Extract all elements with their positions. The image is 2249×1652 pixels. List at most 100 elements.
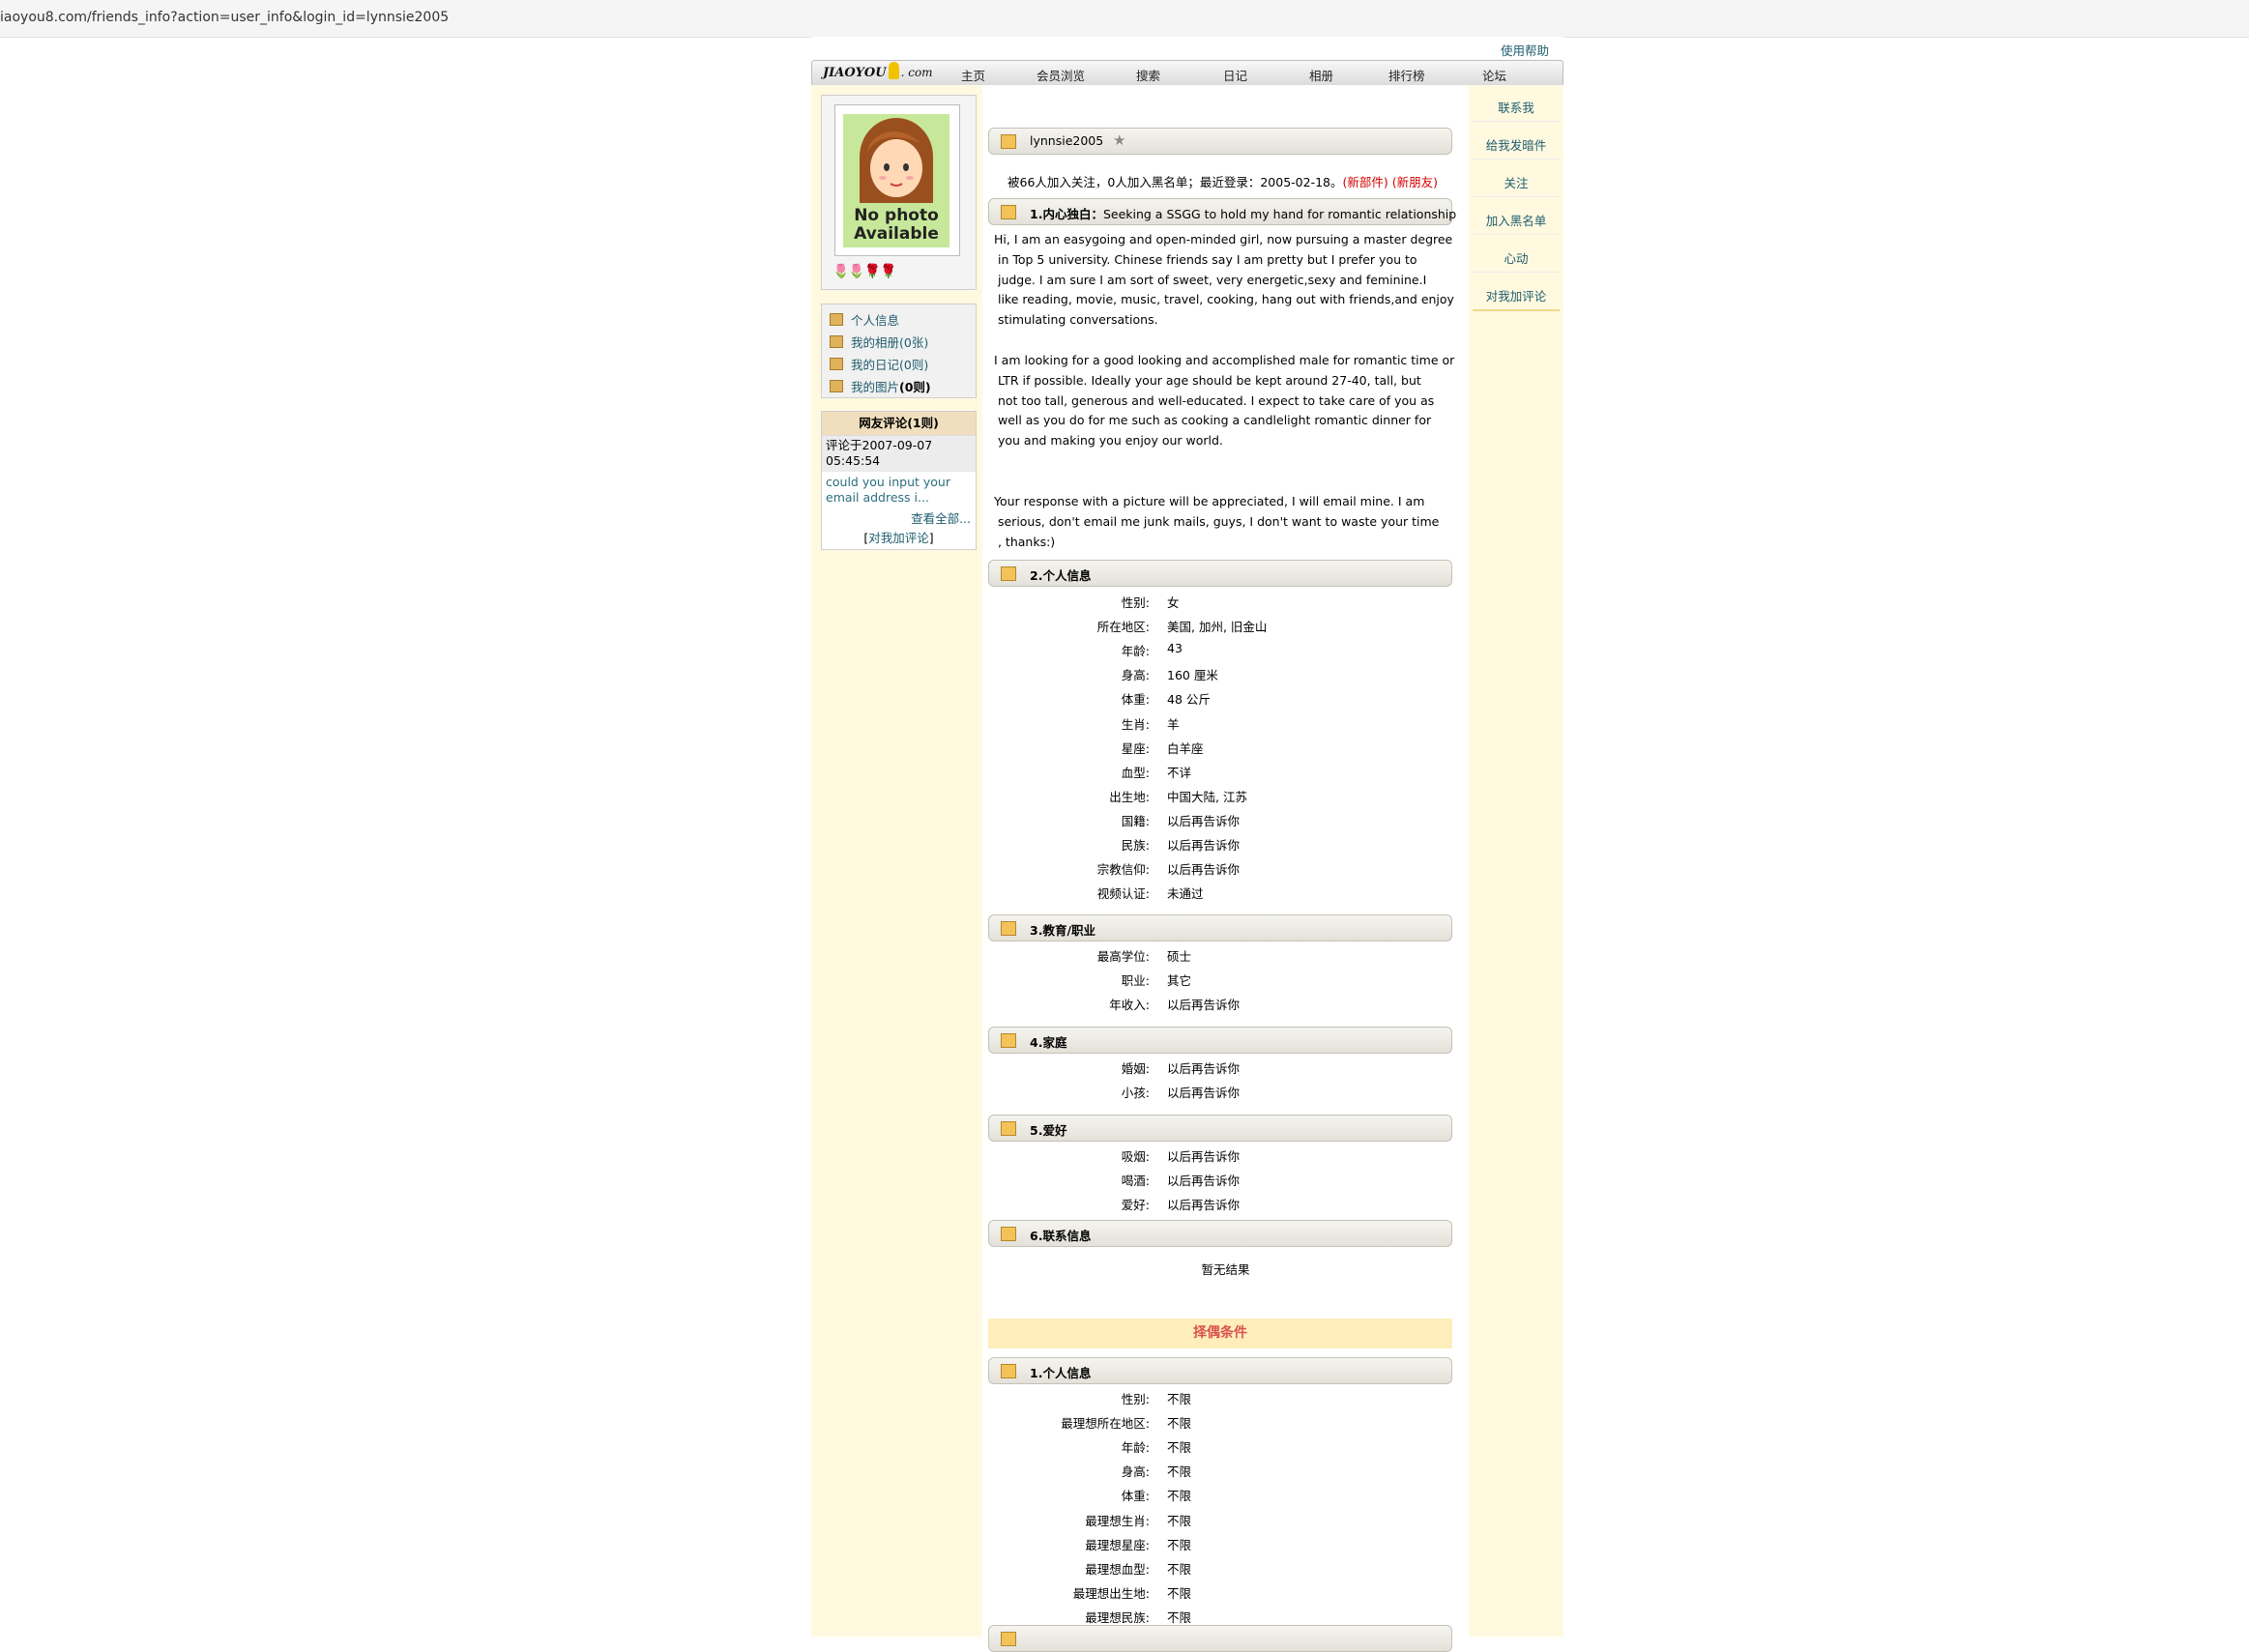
nav-search[interactable]: 搜索 [1136, 66, 1160, 84]
info-value: 不限 [1167, 1440, 1192, 1456]
new-links[interactable]: (新部件) (新朋友) [1343, 175, 1438, 189]
info-value: 以后再告诉你 [1167, 1086, 1241, 1101]
info-value: 以后再告诉你 [1167, 862, 1241, 878]
comments-title: 网友评论(1则) [822, 412, 976, 436]
section-education: 3.教育/职业 [988, 914, 1452, 942]
info-row: 最高学位: 硕士 [982, 946, 1466, 964]
info-row: 年龄: 不限 [982, 1437, 1466, 1456]
info-value: 中国大陆, 江苏 [1167, 789, 1247, 804]
info-row: 民族: 以后再告诉你 [982, 835, 1466, 853]
info-label: 最高学位: [1096, 949, 1150, 964]
nav-album[interactable]: 相册 [1309, 66, 1333, 84]
info-row: 体重: 不限 [982, 1486, 1466, 1504]
stats-text: 被66人加入关注，0人加入黑名单；最近登录：2005-02-18。 [1008, 175, 1343, 189]
info-row: 最理想生肖: 不限 [982, 1511, 1466, 1528]
info-label: 最理想生肖: [1085, 1513, 1150, 1528]
info-label: 身高: [1121, 1464, 1150, 1480]
info-value: 白羊座 [1167, 740, 1204, 756]
comment-me-link[interactable]: 对我加评论 [1469, 286, 1563, 304]
info-value: 以后再告诉你 [1167, 1174, 1241, 1189]
comment-date: 评论于2007-09-07 05:45:54 [822, 436, 976, 472]
menu-my-pictures[interactable]: 我的图片(0则) [830, 377, 931, 394]
view-all-comments-link[interactable]: 查看全部... [911, 508, 971, 527]
info-label: 最理想出生地: [1072, 1585, 1150, 1601]
info-row: 最理想民族: 不限 [982, 1608, 1466, 1625]
education-icon [1001, 921, 1016, 936]
menu-personal-info[interactable]: 个人信息 [830, 310, 899, 328]
info-label: 吸烟: [1121, 1149, 1150, 1164]
section-title: 3.教育/职业 [1030, 923, 1096, 938]
nav-diary[interactable]: 日记 [1223, 66, 1247, 84]
info-row: 最理想出生地: 不限 [982, 1583, 1466, 1601]
info-label: 血型: [1121, 765, 1150, 780]
divider [1473, 234, 1560, 235]
logo-text: JIAOYOU [823, 66, 887, 80]
info-label: 年龄: [1121, 644, 1150, 659]
username: lynnsie2005 [1030, 133, 1104, 148]
address-bar[interactable]: iaoyou8.com/friends_info?action=user_inf… [0, 0, 2249, 38]
section-hobbies: 5.爱好 [988, 1115, 1452, 1142]
info-row: 身高: 不限 [982, 1462, 1466, 1480]
info-row: 视频认证: 未通过 [982, 884, 1466, 902]
username-header: lynnsie2005 ★ [988, 128, 1452, 155]
comment-text[interactable]: could you input your email address i... [822, 472, 976, 506]
info-value: 不限 [1167, 1489, 1192, 1504]
help-link[interactable]: 使用帮助 [1501, 41, 1549, 59]
nav-members[interactable]: 会员浏览 [1037, 66, 1085, 84]
info-label: 出生地: [1109, 789, 1150, 804]
info-row: 性别: 不限 [982, 1389, 1466, 1406]
avatar[interactable]: No photo Available [843, 114, 949, 247]
section-title: 5.爱好 [1030, 1123, 1067, 1138]
menu-my-album[interactable]: 我的相册(0张) [830, 333, 928, 350]
divider [1473, 196, 1560, 197]
info-label: 年龄: [1121, 1440, 1150, 1456]
info-value: 不限 [1167, 1561, 1192, 1577]
info-value: 以后再告诉你 [1167, 1061, 1241, 1076]
girl-avatar-icon [860, 118, 933, 203]
profile-content: lynnsie2005 ★ 被66人加入关注，0人加入黑名单；最近登录：2005… [982, 85, 1469, 1652]
site-logo[interactable]: JIAOYOU . com [823, 62, 933, 80]
send-secret-message-link[interactable]: 给我发暗件 [1469, 135, 1563, 154]
info-value: 不限 [1167, 1392, 1192, 1406]
bio-paragraph-2: I am looking for a good looking and acco… [994, 353, 1455, 449]
menu-my-diary[interactable]: 我的日记(0则) [830, 355, 928, 372]
contact-me-link[interactable]: 联系我 [1469, 98, 1563, 116]
url-text[interactable]: iaoyou8.com/friends_info?action=user_inf… [0, 10, 449, 25]
info-row: 星座: 白羊座 [982, 739, 1466, 756]
follow-link[interactable]: 关注 [1469, 173, 1563, 191]
blacklist-link[interactable]: 加入黑名单 [1469, 211, 1563, 229]
info-value: 43 [1167, 641, 1183, 656]
nav-forum[interactable]: 论坛 [1482, 66, 1506, 84]
info-value: 未通过 [1167, 886, 1204, 902]
nav-ranking[interactable]: 排行榜 [1388, 66, 1425, 84]
monologue-headline: Seeking a SSGG to hold my hand for roman… [1102, 207, 1457, 221]
info-label: 职业: [1121, 973, 1150, 989]
partner-preferences-title: 择偶条件 [988, 1319, 1452, 1348]
info-value: 48 公斤 [1167, 692, 1211, 708]
info-row: 年龄: 43 [982, 641, 1466, 659]
info-row: 性别: 女 [982, 593, 1466, 610]
photo-box: No photo Available 🌷🌷🌹🌹 [821, 95, 977, 290]
section-title: 1.个人信息 [1030, 1366, 1092, 1380]
nav-home[interactable]: 主页 [961, 66, 985, 84]
crush-link[interactable]: 心动 [1469, 248, 1563, 267]
stats-line: 被66人加入关注，0人加入黑名单；最近登录：2005-02-18。(新部件) (… [1008, 172, 1438, 190]
bio-paragraph-1: Hi, I am an easygoing and open-minded gi… [994, 232, 1454, 328]
top-nav: JIAOYOU . com 主页 会员浏览 搜索 日记 相册 排行榜 论坛 [811, 60, 1563, 86]
star-icon[interactable]: ★ [1113, 131, 1125, 149]
info-value: 以后再告诉你 [1167, 838, 1241, 853]
section-contact: 6.联系信息 [988, 1220, 1452, 1247]
info-label: 宗教信仰: [1096, 862, 1150, 878]
page-container: 使用帮助 JIAOYOU . com 主页 会员浏览 搜索 日记 相册 排行榜 论… [811, 37, 1563, 1652]
mail-icon [1001, 1227, 1016, 1241]
add-comment-link[interactable]: 对我加评论 [868, 531, 929, 545]
section-icon [1001, 1632, 1016, 1646]
info-label: 最理想民族: [1085, 1609, 1150, 1625]
info-label: 小孩: [1121, 1086, 1150, 1101]
info-value: 以后再告诉你 [1167, 998, 1241, 1013]
note-icon [1001, 205, 1016, 219]
section-monologue: 1.内心独白：Seeking a SSGG to hold my hand fo… [988, 198, 1456, 225]
section-family: 4.家庭 [988, 1027, 1452, 1054]
no-photo-line2: Available [854, 224, 939, 244]
left-sidebar: No photo Available 🌷🌷🌹🌹 个人信息 我的相册(0张) 我的… [811, 85, 982, 1637]
